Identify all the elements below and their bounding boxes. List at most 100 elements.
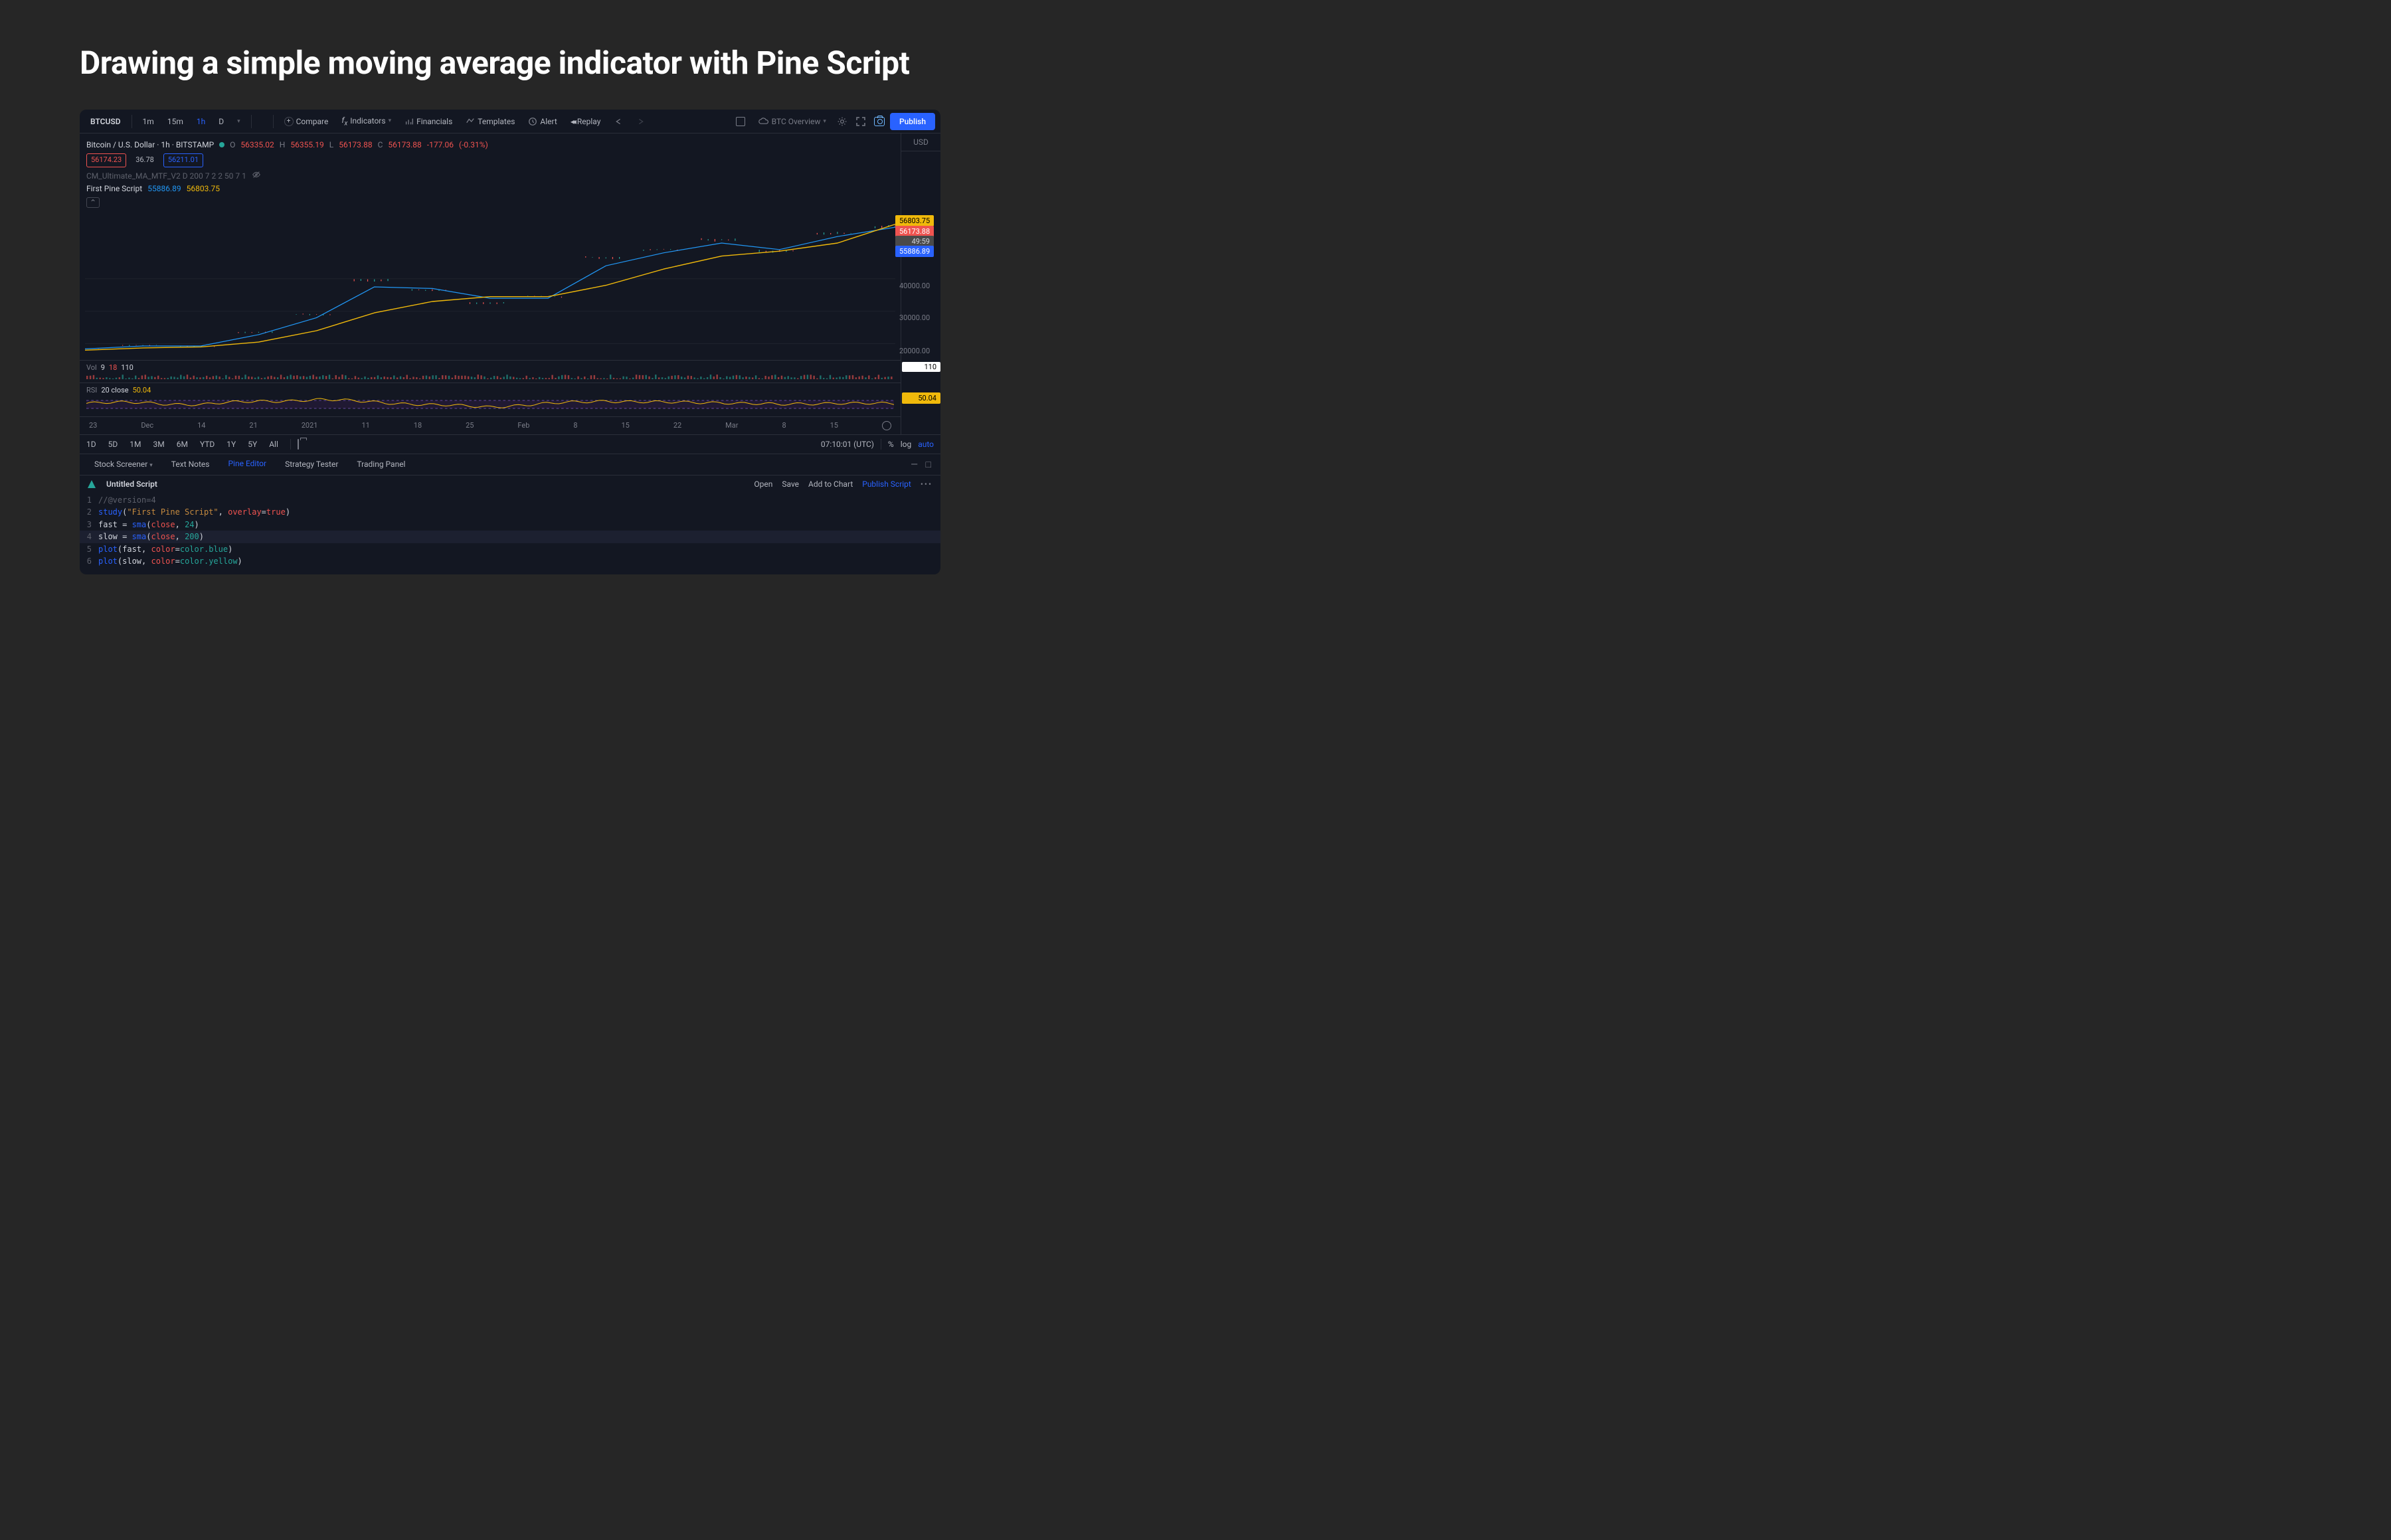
range-1Y[interactable]: 1Y — [226, 440, 236, 449]
market-status-dot — [219, 142, 224, 147]
financials-button[interactable]: Financials — [399, 114, 458, 129]
range-3M[interactable]: 3M — [153, 440, 164, 449]
time-axis-tick: 22 — [673, 421, 681, 430]
templates-button[interactable]: Templates — [460, 114, 520, 129]
goto-date-button[interactable] — [298, 440, 299, 449]
publish-script-button[interactable]: Publish Script — [862, 479, 911, 489]
price-axis-tick: 30000.00 — [895, 312, 934, 323]
auto-toggle[interactable]: auto — [918, 440, 934, 449]
chart-legend: Bitcoin / U.S. Dollar · 1h · BITSTAMP O5… — [80, 133, 901, 211]
indicator-fps[interactable]: First Pine Script — [86, 183, 142, 195]
save-button[interactable]: Save — [782, 479, 799, 489]
save-layout-button[interactable]: BTC Overview▾ — [753, 114, 832, 129]
tab-trading-panel[interactable]: Trading Panel — [349, 456, 413, 473]
axis-settings-icon[interactable] — [882, 421, 891, 430]
code-line[interactable]: 4slow = sma(close, 200) — [80, 531, 940, 543]
interval-D[interactable]: D — [213, 114, 229, 129]
replay-button[interactable]: ◂◂Replay — [565, 114, 606, 129]
code-line[interactable]: 5plot(fast, color=color.blue) — [80, 543, 940, 556]
publish-button[interactable]: Publish — [890, 113, 935, 130]
top-toolbar: BTCUSD 1m15m1hD▾ +Compare fxIndicators▾ … — [80, 110, 940, 133]
rsi-panel: RSI 20 close 50.04 50.04 — [80, 383, 901, 416]
more-menu-icon[interactable]: ••• — [921, 479, 932, 489]
layout-button[interactable] — [731, 114, 751, 129]
bottom-tabs: Stock Screener▾Text NotesPine EditorStra… — [80, 454, 940, 475]
time-axis-tick: 25 — [466, 421, 474, 430]
code-editor[interactable]: 1//@version=42study("First Pine Script",… — [80, 493, 940, 575]
indicators-button[interactable]: fxIndicators▾ — [336, 113, 397, 129]
interval-15m[interactable]: 15m — [162, 114, 189, 129]
code-line[interactable]: 6plot(slow, color=color.yellow) — [80, 555, 940, 568]
symbol-button[interactable]: BTCUSD — [85, 114, 126, 129]
time-axis-tick: 11 — [361, 421, 369, 430]
rsi-label: RSI — [86, 386, 97, 394]
time-axis-tick: Dec — [141, 421, 153, 430]
price-axis-currency: USD — [901, 133, 940, 151]
collapse-legend-button[interactable]: ⌃ — [86, 197, 100, 208]
range-5Y[interactable]: 5Y — [248, 440, 257, 449]
open-button[interactable]: Open — [754, 479, 772, 489]
time-axis-tick: 21 — [249, 421, 257, 430]
alert-button[interactable]: Alert — [523, 114, 562, 129]
interval-1h[interactable]: 1h — [191, 114, 211, 129]
visibility-off-icon[interactable] — [252, 170, 261, 183]
panel-window-controls[interactable]: — □ — [911, 459, 934, 470]
spread-tag: 36.78 — [132, 154, 158, 167]
volume-axis-tag: 110 — [902, 362, 940, 372]
time-axis-tick: 2021 — [302, 421, 318, 430]
tradingview-app: BTCUSD 1m15m1hD▾ +Compare fxIndicators▾ … — [80, 110, 940, 574]
price-axis-tick: 55886.89 — [895, 246, 934, 257]
price-axis-tick: 40000.00 — [895, 280, 934, 292]
editor-header: Untitled Script Open Save Add to Chart P… — [80, 475, 940, 493]
indicator-muted[interactable]: CM_Ultimate_MA_MTF_V2 D 200 7 2 2 50 7 1 — [86, 170, 246, 182]
price-axis-tick: 20000.00 — [895, 345, 934, 357]
redo-button[interactable] — [631, 114, 651, 129]
screenshot-icon[interactable] — [871, 114, 887, 129]
pair-label: Bitcoin / U.S. Dollar · 1h · BITSTAMP — [86, 139, 214, 151]
compare-button[interactable]: +Compare — [279, 114, 334, 129]
range-6M[interactable]: 6M — [177, 440, 188, 449]
candles-icon[interactable] — [257, 119, 268, 124]
page-title: Drawing a simple moving average indicato… — [80, 43, 940, 83]
fullscreen-icon[interactable] — [853, 114, 869, 129]
tab-strategy-tester[interactable]: Strategy Tester — [277, 456, 346, 473]
code-line[interactable]: 2study("First Pine Script", overlay=true… — [80, 506, 940, 519]
time-axis-tick: 8 — [573, 421, 577, 430]
time-axis-tick: 14 — [197, 421, 205, 430]
price-axis-tick: 56173.88 — [895, 226, 934, 237]
tab-pine-editor[interactable]: Pine Editor — [220, 455, 274, 473]
range-YTD[interactable]: YTD — [200, 440, 215, 449]
chart-area: Bitcoin / U.S. Dollar · 1h · BITSTAMP O5… — [80, 133, 940, 434]
range-All[interactable]: All — [269, 440, 278, 449]
time-axis-tick: 8 — [782, 421, 786, 430]
undo-button[interactable] — [608, 114, 628, 129]
rsi-axis-tag: 50.04 — [902, 392, 940, 404]
volume-label: Vol — [86, 363, 97, 372]
tab-text-notes[interactable]: Text Notes — [163, 456, 218, 473]
price-chart[interactable]: 56803.7556173.8849:5955886.8940000.00300… — [85, 214, 895, 360]
time-axis-tick: 23 — [89, 421, 97, 430]
interval-more-icon[interactable]: ▾ — [232, 116, 246, 128]
time-axis-tick: Mar — [725, 421, 738, 430]
script-name[interactable]: Untitled Script — [106, 479, 157, 489]
time-axis-tick: Feb — [517, 421, 529, 430]
range-1M[interactable]: 1M — [130, 440, 141, 449]
settings-icon[interactable] — [834, 114, 850, 129]
ask-tag: 56211.01 — [163, 153, 203, 167]
time-axis: 23Dec14212021111825Feb81522Mar815 — [80, 416, 901, 434]
tab-stock-screener[interactable]: Stock Screener▾ — [86, 456, 161, 473]
range-1D[interactable]: 1D — [86, 440, 96, 449]
price-axis-tick: 56803.75 — [895, 215, 934, 226]
log-toggle[interactable]: log — [901, 440, 912, 449]
bid-tag: 56174.23 — [86, 153, 126, 167]
clock-time: 07:10:01 (UTC) — [821, 440, 874, 449]
time-axis-tick: 15 — [830, 421, 838, 430]
interval-1m[interactable]: 1m — [137, 114, 159, 129]
price-axis-tick: 49:59 — [895, 236, 934, 247]
pct-toggle[interactable]: % — [888, 440, 894, 449]
add-to-chart-button[interactable]: Add to Chart — [808, 479, 853, 489]
volume-panel: Vol 9 18 110 110 — [80, 360, 901, 383]
code-line[interactable]: 1//@version=4 — [80, 494, 940, 507]
range-5D[interactable]: 5D — [108, 440, 118, 449]
code-line[interactable]: 3fast = sma(close, 24) — [80, 519, 940, 531]
